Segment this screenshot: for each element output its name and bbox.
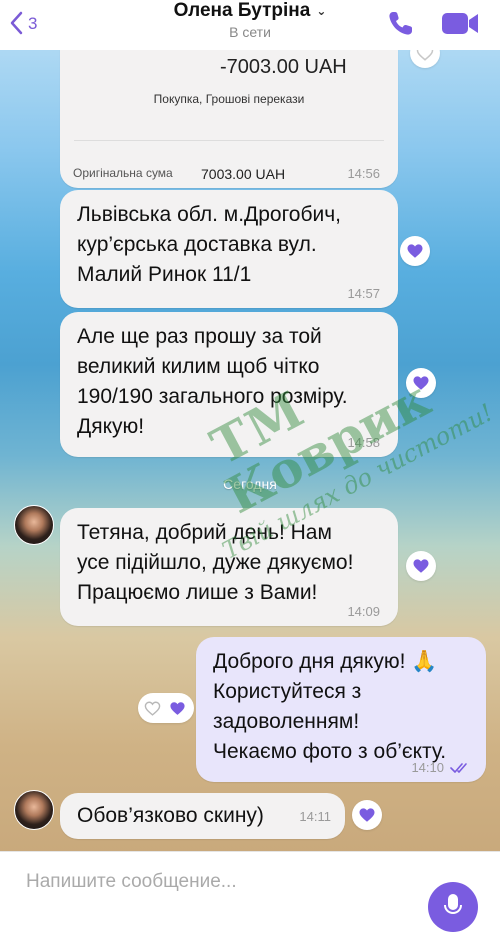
message-time: 14:11 [299, 809, 331, 824]
video-camera-icon[interactable] [440, 8, 480, 38]
like-button[interactable] [352, 800, 382, 830]
contact-name-button[interactable]: Олена Бутріна ⌄ [0, 0, 500, 22]
heart-icon [413, 376, 429, 390]
like-button[interactable] [400, 236, 430, 266]
composer [0, 851, 500, 932]
microphone-icon [444, 894, 462, 915]
contact-status: В сети [229, 24, 271, 40]
chat-header: 3 Олена Бутріна ⌄ В сети [0, 0, 500, 50]
message-time: 14:58 [347, 435, 380, 450]
message-bubble-incoming[interactable]: Обов’язково скину) 14:11 [60, 793, 345, 839]
heart-icon [359, 808, 375, 822]
heart-icon [407, 244, 423, 258]
message-time: 14:10 [411, 760, 444, 775]
like-button[interactable] [406, 551, 436, 581]
message-bubble-incoming[interactable]: Львівська обл. м.Дрогобич, кур’єрська до… [60, 190, 398, 308]
original-amount-value: 7003.00 UAH [201, 166, 286, 182]
original-amount-label: Оригінальна сума [73, 166, 173, 180]
message-text: Львівська обл. м.Дрогобич, кур’єрська до… [77, 203, 342, 286]
divider [74, 140, 384, 141]
transaction-category: Покупка, Грошові перекази [153, 92, 305, 106]
message-bubble-incoming[interactable]: Але ще раз прошу за той великий килим що… [60, 312, 398, 457]
message-time: 14:57 [347, 286, 380, 301]
like-button[interactable] [406, 368, 436, 398]
message-bubble-incoming[interactable]: Тетяна, добрий день! Нам усе підійшло, д… [60, 508, 398, 626]
message-bubble-outgoing[interactable]: Доброго дня дякую! 🙏 Користуйтеся з задо… [196, 637, 486, 782]
reaction-pill[interactable] [138, 693, 194, 723]
avatar[interactable] [14, 790, 54, 830]
message-text: Обов’язково скину) [77, 804, 264, 827]
double-check-icon [450, 763, 467, 773]
message-text: Доброго дня дякую! 🙏 Користуйтеся з задо… [213, 650, 447, 763]
message-text: Тетяна, добрий день! Нам усе підійшло, д… [77, 521, 354, 604]
transaction-amount: -7003.00 UAH [220, 56, 347, 78]
phone-icon[interactable] [386, 8, 416, 38]
message-time: 14:09 [347, 604, 380, 619]
heart-icon[interactable] [169, 700, 186, 717]
message-time: 14:56 [347, 166, 380, 181]
heart-icon[interactable] [144, 700, 161, 717]
message-text: Але ще раз прошу за той великий килим що… [77, 325, 348, 438]
message-input[interactable] [26, 868, 386, 896]
heart-icon [413, 559, 429, 573]
avatar[interactable] [14, 505, 54, 545]
contact-name: Олена Бутріна [173, 0, 311, 21]
date-separator: Сегодня [223, 476, 277, 492]
voice-button[interactable] [428, 882, 478, 932]
chevron-down-icon: ⌄ [316, 3, 327, 18]
